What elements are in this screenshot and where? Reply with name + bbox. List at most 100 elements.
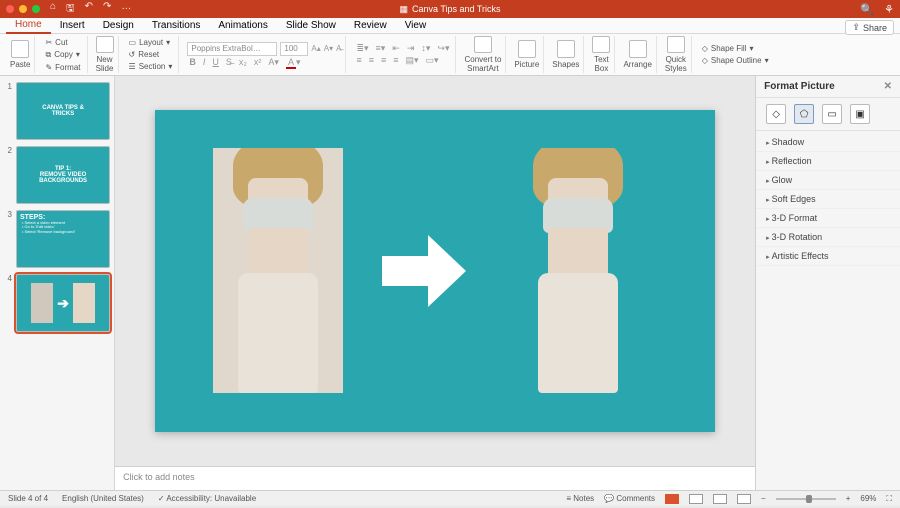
slide-canvas[interactable] bbox=[115, 76, 755, 466]
photo-before[interactable] bbox=[213, 148, 343, 393]
shapes-button[interactable]: Shapes bbox=[552, 60, 579, 69]
textbox-button[interactable]: Text Box bbox=[594, 55, 609, 73]
underline-button[interactable]: U bbox=[210, 57, 221, 68]
layout-button[interactable]: ▭ Layout ▾ bbox=[127, 37, 173, 48]
picture-tab-icon[interactable]: ▣ bbox=[850, 104, 870, 124]
smartart-icon[interactable] bbox=[474, 36, 492, 53]
cut-button[interactable]: ✂ Cut bbox=[43, 37, 69, 48]
zoom-label[interactable]: 69% bbox=[860, 494, 876, 503]
picture-icon[interactable] bbox=[518, 40, 536, 58]
close-window-icon[interactable] bbox=[6, 5, 14, 13]
bold-button[interactable]: B bbox=[187, 57, 198, 68]
indent-inc-button[interactable]: ⇥ bbox=[405, 43, 417, 54]
justify-button[interactable]: ≡ bbox=[391, 55, 400, 66]
account-icon[interactable]: ⚘ bbox=[884, 3, 894, 16]
language-label[interactable]: English (United States) bbox=[62, 494, 144, 503]
tab-slideshow[interactable]: Slide Show bbox=[277, 18, 345, 33]
decrease-font-icon[interactable]: A▾ bbox=[324, 44, 333, 53]
slide-thumbnails[interactable]: 1 CANVA TIPS & TRICKS 2 TIP 1: REMOVE VI… bbox=[0, 76, 115, 490]
slideshow-view-button[interactable] bbox=[737, 494, 751, 504]
accessibility-label[interactable]: ✓ Accessibility: Unavailable bbox=[158, 494, 256, 503]
acc-3dformat[interactable]: 3-D Format bbox=[756, 209, 900, 228]
photo-after-selected[interactable] bbox=[513, 148, 643, 393]
acc-3drotation[interactable]: 3-D Rotation bbox=[756, 228, 900, 247]
strike-button[interactable]: S̶ bbox=[224, 57, 234, 68]
align-right-button[interactable]: ≡ bbox=[379, 55, 388, 66]
quickstyles-icon[interactable] bbox=[667, 36, 685, 53]
close-pane-icon[interactable]: ✕ bbox=[884, 81, 892, 92]
thumbnail-1[interactable]: CANVA TIPS & TRICKS bbox=[16, 82, 110, 140]
subscript-button[interactable]: x₂ bbox=[237, 57, 249, 68]
numbering-button[interactable]: ≡▾ bbox=[374, 43, 388, 54]
effects-tab-icon[interactable]: ⬠ bbox=[794, 104, 814, 124]
new-slide-button[interactable]: New Slide bbox=[96, 55, 114, 73]
zoom-in-button[interactable]: + bbox=[846, 494, 851, 503]
convert-smartart-button[interactable]: Convert to SmartArt bbox=[464, 55, 501, 73]
redo-icon[interactable]: ↷ bbox=[103, 1, 111, 18]
format-painter-button[interactable]: ✎ Format bbox=[43, 62, 82, 73]
comments-toggle[interactable]: 💬 Comments bbox=[604, 494, 655, 503]
font-size-input[interactable] bbox=[280, 42, 308, 56]
arrange-button[interactable]: Arrange bbox=[623, 60, 651, 69]
align-left-button[interactable]: ≡ bbox=[354, 55, 363, 66]
arrow-icon[interactable] bbox=[380, 230, 470, 310]
indent-dec-button[interactable]: ⇤ bbox=[390, 43, 402, 54]
thumbnail-4[interactable]: ➔ bbox=[16, 274, 110, 332]
notes-pane[interactable]: Click to add notes bbox=[115, 466, 755, 490]
size-tab-icon[interactable]: ▭ bbox=[822, 104, 842, 124]
paste-button[interactable]: Paste bbox=[10, 60, 30, 69]
superscript-button[interactable]: x² bbox=[252, 57, 264, 68]
tab-insert[interactable]: Insert bbox=[51, 18, 94, 33]
columns-button[interactable]: ▤▾ bbox=[404, 55, 421, 66]
tab-view[interactable]: View bbox=[396, 18, 436, 33]
highlight-button[interactable]: A▾ bbox=[266, 57, 281, 68]
undo-icon[interactable]: ↶ bbox=[85, 1, 93, 18]
zoom-slider[interactable] bbox=[776, 498, 836, 500]
thumbnail-2[interactable]: TIP 1: REMOVE VIDEO BACKGROUNDS bbox=[16, 146, 110, 204]
normal-view-button[interactable] bbox=[665, 494, 679, 504]
traffic-lights[interactable] bbox=[6, 5, 40, 13]
increase-font-icon[interactable]: A▴ bbox=[311, 44, 320, 53]
acc-shadow[interactable]: Shadow bbox=[756, 133, 900, 152]
tab-transitions[interactable]: Transitions bbox=[143, 18, 210, 33]
search-icon[interactable]: 🔍 bbox=[860, 3, 874, 16]
tab-design[interactable]: Design bbox=[94, 18, 143, 33]
fit-to-window-button[interactable]: ⛶ bbox=[886, 494, 892, 504]
text-direction-button[interactable]: ↪▾ bbox=[435, 43, 451, 54]
reading-view-button[interactable] bbox=[713, 494, 727, 504]
paste-icon[interactable] bbox=[11, 40, 29, 58]
align-center-button[interactable]: ≡ bbox=[367, 55, 376, 66]
align-text-button[interactable]: ▭▾ bbox=[424, 55, 441, 66]
section-button[interactable]: ☰ Section ▾ bbox=[127, 61, 175, 72]
acc-reflection[interactable]: Reflection bbox=[756, 152, 900, 171]
minimize-window-icon[interactable] bbox=[19, 5, 27, 13]
picture-button[interactable]: Picture bbox=[514, 60, 539, 69]
shapes-icon[interactable] bbox=[557, 40, 575, 58]
thumbnail-3[interactable]: STEPS: • Select a video element • Go to … bbox=[16, 210, 110, 268]
home-icon[interactable]: ⌂ bbox=[50, 1, 56, 18]
slide-4[interactable] bbox=[155, 110, 715, 432]
acc-softedges[interactable]: Soft Edges bbox=[756, 190, 900, 209]
share-button[interactable]: ⇪Share bbox=[845, 20, 894, 35]
save-icon[interactable]: 🖫 bbox=[66, 1, 75, 18]
new-slide-icon[interactable] bbox=[96, 36, 114, 53]
maximize-window-icon[interactable] bbox=[32, 5, 40, 13]
quickstyles-button[interactable]: Quick Styles bbox=[665, 55, 687, 73]
font-family-input[interactable] bbox=[187, 42, 277, 56]
tab-animations[interactable]: Animations bbox=[209, 18, 276, 33]
reset-button[interactable]: ↺ Reset bbox=[127, 49, 162, 60]
tab-review[interactable]: Review bbox=[345, 18, 396, 33]
notes-toggle[interactable]: ≡ Notes bbox=[566, 494, 594, 503]
arrange-icon[interactable] bbox=[629, 40, 647, 58]
clear-format-icon[interactable]: A̶ bbox=[336, 44, 341, 53]
font-color-button[interactable]: A▾ bbox=[284, 57, 303, 68]
bullets-button[interactable]: ≣▾ bbox=[354, 43, 370, 54]
italic-button[interactable]: I bbox=[201, 57, 208, 68]
shape-outline-button[interactable]: ◇ Shape Outline ▾ bbox=[700, 55, 771, 66]
zoom-out-button[interactable]: − bbox=[761, 494, 766, 503]
copy-button[interactable]: ⧉ Copy ▾ bbox=[43, 49, 81, 61]
more-icon[interactable]: … bbox=[121, 1, 131, 18]
fill-tab-icon[interactable]: ◇ bbox=[766, 104, 786, 124]
sorter-view-button[interactable] bbox=[689, 494, 703, 504]
line-spacing-button[interactable]: ↕▾ bbox=[419, 43, 432, 54]
